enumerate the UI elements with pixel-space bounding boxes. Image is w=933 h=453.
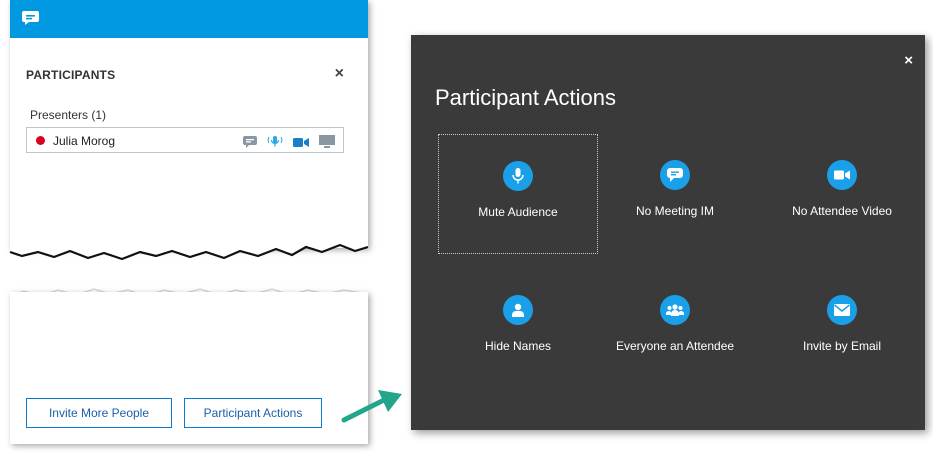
title-bar	[10, 0, 368, 38]
microphone-icon	[267, 133, 283, 154]
close-participants-button[interactable]: ×	[335, 66, 344, 82]
participants-pane-footer: Invite More People Participant Actions	[10, 292, 368, 444]
presenter-row[interactable]: Julia Morog	[26, 127, 344, 153]
email-icon	[827, 295, 857, 325]
invite-more-people-button[interactable]: Invite More People	[26, 398, 172, 428]
participant-actions-button[interactable]: Participant Actions	[184, 398, 322, 428]
video-icon	[293, 135, 309, 153]
microphone-icon	[503, 161, 533, 191]
video-icon	[827, 160, 857, 190]
action-label: Mute Audience	[478, 205, 558, 219]
pointer-arrow-icon	[341, 390, 402, 423]
no-attendee-video-action[interactable]: No Attendee Video	[762, 134, 922, 254]
action-label: No Meeting IM	[635, 204, 715, 218]
people-group-icon	[660, 295, 690, 325]
mute-audience-action[interactable]: Mute Audience	[438, 134, 598, 254]
invite-by-email-action[interactable]: Invite by Email	[762, 269, 922, 389]
presenters-group-label[interactable]: Presenters (1)	[30, 108, 106, 122]
no-meeting-im-action[interactable]: No Meeting IM	[595, 134, 755, 254]
chat-icon	[660, 160, 690, 190]
dialog-title: Participant Actions	[435, 85, 616, 110]
action-label: No Attendee Video	[792, 204, 892, 218]
presenter-modality-icons	[243, 133, 335, 154]
close-dialog-button[interactable]: ×	[904, 53, 913, 68]
screen-share-icon	[319, 134, 335, 153]
chat-logo-icon	[22, 11, 39, 25]
torn-edge-top	[9, 235, 369, 261]
action-label: Invite by Email	[802, 339, 882, 353]
hide-names-action[interactable]: Hide Names	[438, 269, 598, 389]
action-label: Hide Names	[484, 339, 552, 353]
participants-pane: PARTICIPANTS × Presenters (1) Julia Moro…	[10, 0, 368, 248]
action-label: Everyone an Attendee	[615, 339, 735, 353]
chat-icon	[243, 135, 257, 153]
participant-actions-dialog: × Participant Actions Mute Audience No M…	[411, 35, 925, 430]
person-icon	[503, 295, 533, 325]
participants-heading: PARTICIPANTS	[26, 68, 116, 82]
presenter-name: Julia Morog	[53, 134, 116, 148]
everyone-an-attendee-action[interactable]: Everyone an Attendee	[595, 269, 755, 389]
presence-status-icon	[36, 136, 45, 145]
